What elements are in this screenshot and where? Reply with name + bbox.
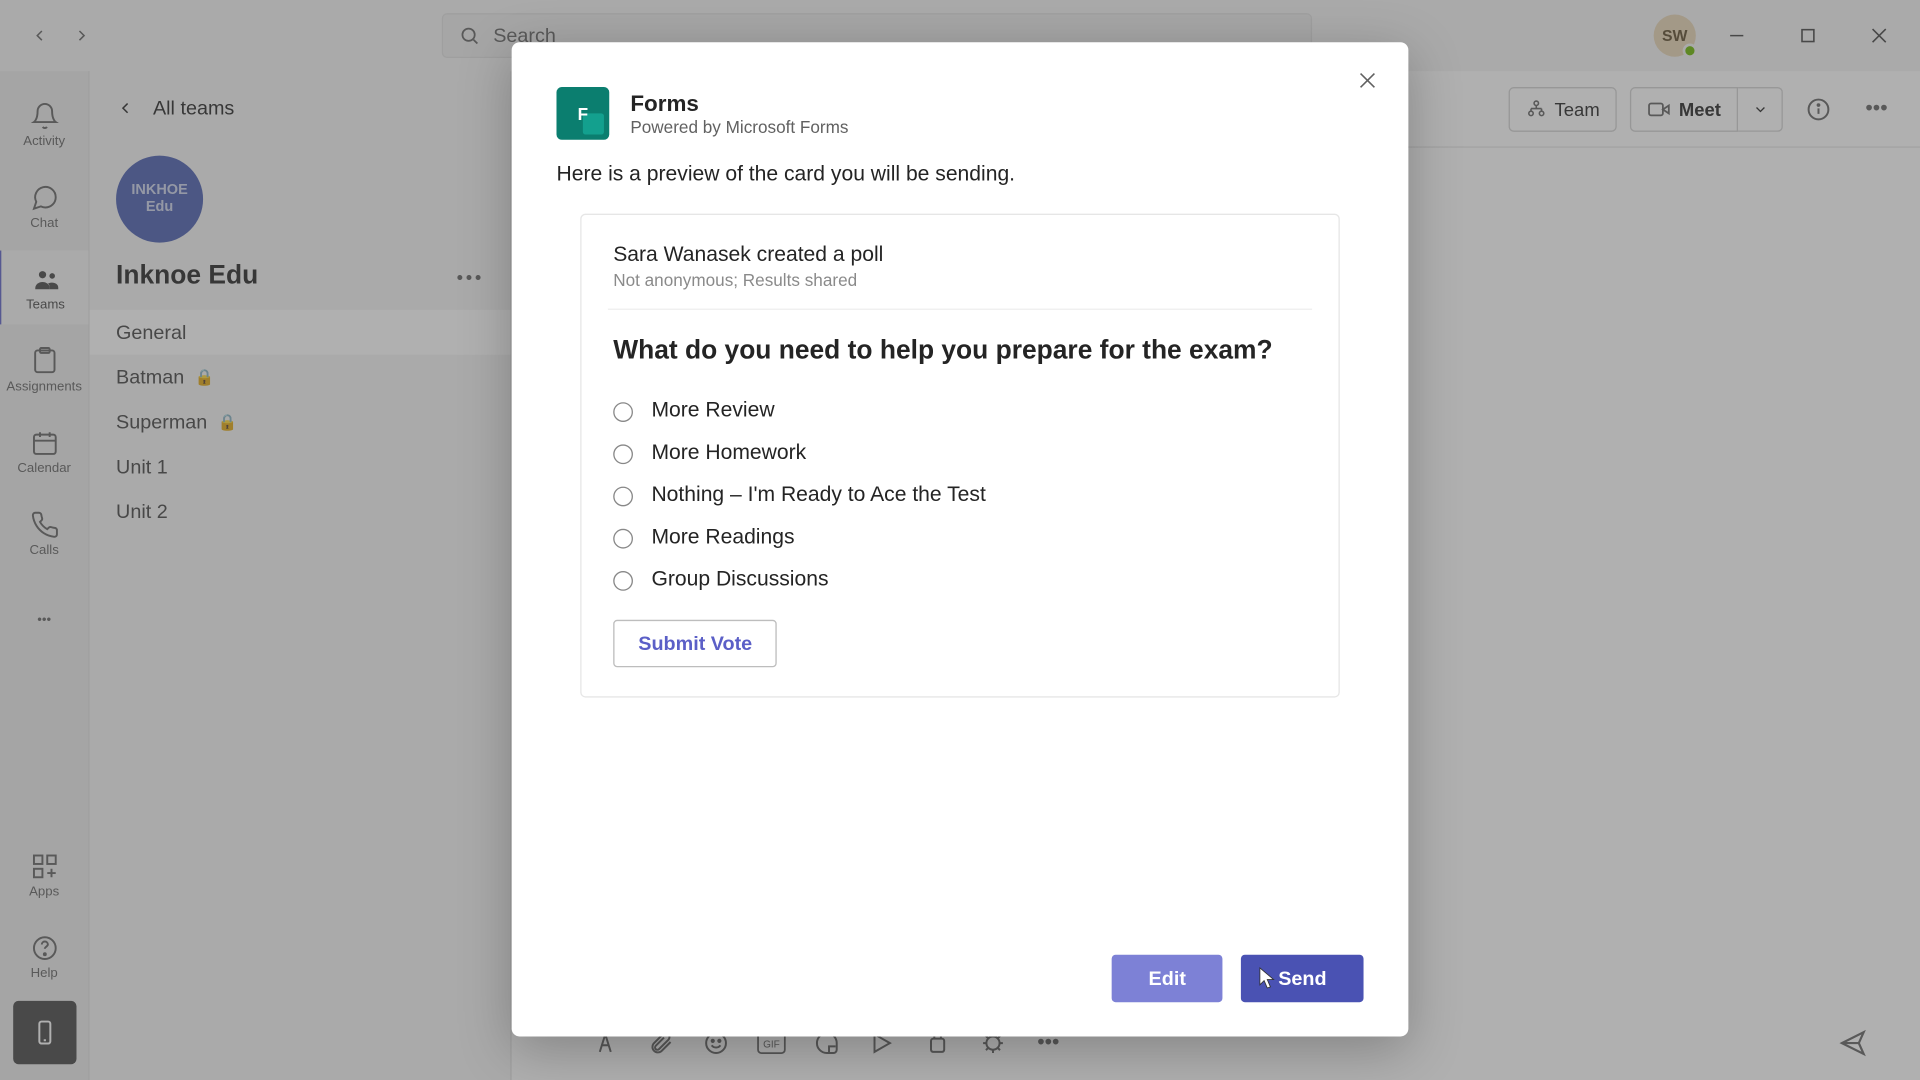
radio-icon bbox=[613, 570, 633, 590]
close-button[interactable] bbox=[1356, 69, 1380, 93]
poll-option[interactable]: More Readings bbox=[613, 517, 1307, 559]
cursor-icon bbox=[1257, 965, 1278, 991]
radio-icon bbox=[613, 528, 633, 548]
forms-app-icon: F bbox=[556, 87, 609, 140]
poll-option[interactable]: Group Discussions bbox=[613, 559, 1307, 601]
modal-subtitle: Powered by Microsoft Forms bbox=[630, 117, 848, 137]
radio-icon bbox=[613, 486, 633, 506]
edit-button[interactable]: Edit bbox=[1112, 955, 1223, 1002]
poll-option[interactable]: More Homework bbox=[613, 433, 1307, 475]
modal-intro-text: Here is a preview of the card you will b… bbox=[556, 164, 1363, 188]
poll-card: Sara Wanasek created a poll Not anonymou… bbox=[580, 214, 1340, 698]
submit-vote-button[interactable]: Submit Vote bbox=[613, 620, 777, 667]
poll-author: Sara Wanasek created a poll bbox=[613, 244, 1307, 268]
send-button[interactable]: Send bbox=[1241, 955, 1363, 1002]
modal-title: Forms bbox=[630, 90, 848, 116]
radio-icon bbox=[613, 402, 633, 422]
radio-icon bbox=[613, 444, 633, 464]
poll-option[interactable]: More Review bbox=[613, 390, 1307, 432]
forms-preview-modal: F Forms Powered by Microsoft Forms Here … bbox=[512, 42, 1409, 1036]
poll-option[interactable]: Nothing – I'm Ready to Ace the Test bbox=[613, 475, 1307, 517]
poll-meta: Not anonymous; Results shared bbox=[613, 270, 1307, 290]
poll-question: What do you need to help you prepare for… bbox=[613, 334, 1307, 370]
